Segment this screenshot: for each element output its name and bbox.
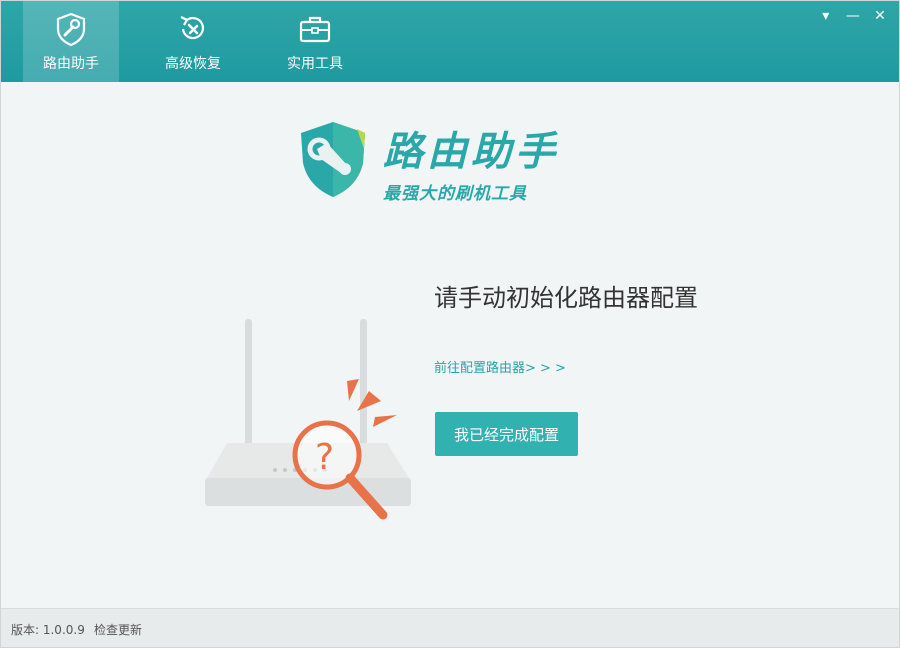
logo-subtitle: 最强大的刷机工具 bbox=[383, 184, 527, 204]
svg-text:?: ? bbox=[315, 437, 334, 478]
tab-router-assistant[interactable]: 路由助手 bbox=[23, 1, 119, 82]
tab-label: 实用工具 bbox=[287, 56, 343, 72]
tab-utilities[interactable]: 实用工具 bbox=[267, 1, 363, 82]
minimize-icon[interactable]: — bbox=[842, 7, 864, 25]
check-update-link[interactable]: 检查更新 bbox=[94, 621, 142, 638]
tab-advanced-restore[interactable]: 高级恢复 bbox=[145, 1, 241, 82]
configure-router-link[interactable]: 前往配置路由器> > > bbox=[434, 357, 566, 376]
tab-label: 高级恢复 bbox=[165, 56, 221, 72]
logo-title: 路由助手 bbox=[383, 129, 559, 175]
restore-icon bbox=[180, 16, 204, 40]
version-label: 版本: 1.0.0.9 bbox=[11, 623, 85, 637]
logo-shield-icon bbox=[301, 122, 365, 197]
window-controls: ▾ — ✕ bbox=[815, 5, 891, 25]
close-icon[interactable]: ✕ bbox=[869, 7, 891, 25]
router-magnifier-illustration: ? bbox=[205, 319, 411, 520]
tab-label: 路由助手 bbox=[43, 56, 99, 72]
setup-heading: 请手动初始化路由器配置 bbox=[434, 284, 698, 312]
title-bar: 路由助手 高级恢复 实用工具 ▾ — ✕ bbox=[1, 1, 899, 82]
toolbox-icon bbox=[299, 16, 331, 43]
status-bar: 版本: 1.0.0.9 检查更新 bbox=[1, 608, 899, 647]
app-window: 路由助手 高级恢复 实用工具 ▾ — ✕ 路由助手 最强大的刷机工具 ? 请手动… bbox=[0, 0, 900, 648]
app-logo: 路由助手 最强大的刷机工具 bbox=[297, 119, 607, 209]
config-done-button[interactable]: 我已经完成配置 bbox=[435, 412, 578, 456]
shield-wrench-icon bbox=[56, 12, 86, 47]
menu-dropdown-icon[interactable]: ▾ bbox=[815, 7, 837, 25]
